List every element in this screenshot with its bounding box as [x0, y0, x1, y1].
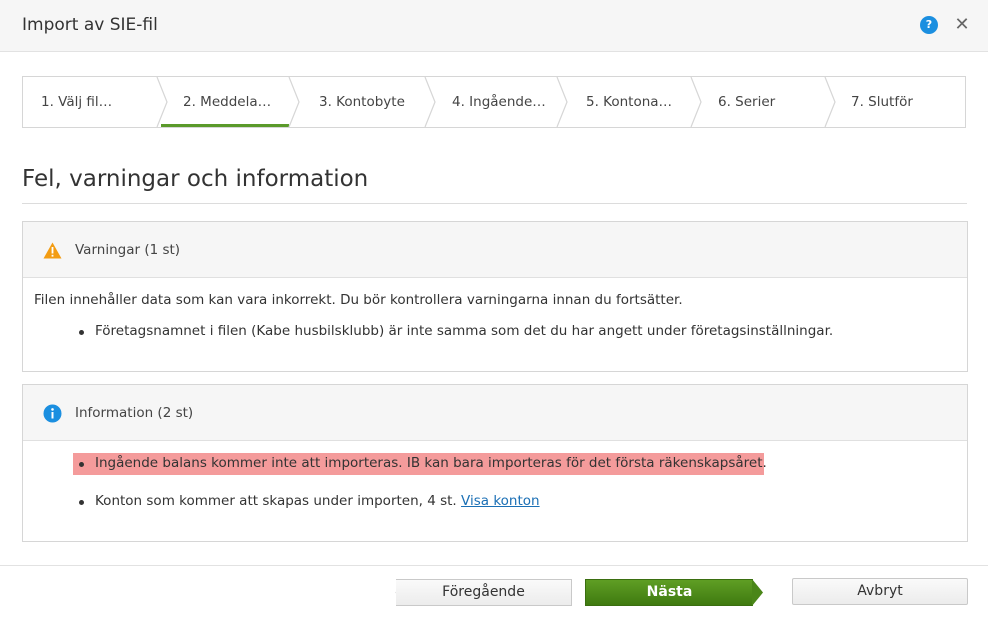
step-separator-chevron [424, 77, 436, 127]
step-separator-chevron [824, 77, 836, 127]
step-separator-chevron [556, 77, 568, 127]
wizard-step-3[interactable]: 3. Kontobyte [299, 77, 429, 127]
warning-item: Företagsnamnet i filen (Kabe husbilsklub… [95, 323, 834, 339]
list-bullet [79, 330, 84, 335]
list-bullet [79, 462, 84, 467]
information-panel-header: Information (2 st) [23, 385, 967, 441]
wizard-step-6[interactable]: 6. Serier [700, 77, 828, 127]
previous-button[interactable]: Föregående [396, 579, 572, 606]
step-separator-chevron [156, 77, 168, 127]
information-item-text: Konton som kommer att skapas under impor… [95, 493, 457, 509]
warnings-panel-body: Filen innehåller data som kan vara inkor… [23, 278, 967, 371]
info-circle-icon [43, 404, 62, 423]
dialog-title: Import av SIE-fil [22, 15, 158, 35]
next-arrow-icon [752, 579, 763, 606]
step-separator-chevron [690, 77, 702, 127]
step-separator-chevron [288, 77, 300, 127]
information-header-label: Information (2 st) [75, 405, 194, 421]
page-title: Fel, varningar och information [22, 166, 369, 192]
cancel-button[interactable]: Avbryt [792, 578, 968, 605]
show-accounts-link[interactable]: Visa konton [461, 493, 540, 509]
wizard-step-1[interactable]: 1. Välj fil… [23, 77, 161, 127]
title-divider [22, 203, 967, 204]
list-bullet [79, 500, 84, 505]
next-button[interactable]: Nästa [585, 579, 753, 606]
information-item: Ingående balans kommer inte att importer… [95, 455, 767, 471]
help-icon[interactable]: ? [920, 16, 938, 34]
close-icon[interactable]: ✕ [952, 14, 972, 36]
warnings-intro: Filen innehåller data som kan vara inkor… [34, 292, 683, 308]
wizard-step-2[interactable]: 2. Meddela… [161, 77, 289, 127]
footer-divider [0, 565, 988, 566]
information-panel: Information (2 st) Ingående balans komme… [22, 384, 968, 542]
wizard-step-5[interactable]: 5. Kontona… [567, 77, 695, 127]
warnings-panel: Varningar (1 st) Filen innehåller data s… [22, 221, 968, 372]
dialog-header: Import av SIE-fil ? ✕ [0, 0, 988, 52]
warning-triangle-icon [43, 242, 62, 259]
information-item: Konton som kommer att skapas under impor… [95, 493, 540, 509]
wizard-step-7[interactable]: 7. Slutför [833, 77, 965, 127]
wizard-step-4[interactable]: 4. Ingående… [433, 77, 561, 127]
warnings-header-label: Varningar (1 st) [75, 242, 181, 258]
wizard-steps: 1. Välj fil… 2. Meddela… 3. Kontobyte 4.… [22, 76, 966, 128]
warnings-panel-header: Varningar (1 st) [23, 222, 967, 278]
information-panel-body: Ingående balans kommer inte att importer… [23, 441, 967, 541]
